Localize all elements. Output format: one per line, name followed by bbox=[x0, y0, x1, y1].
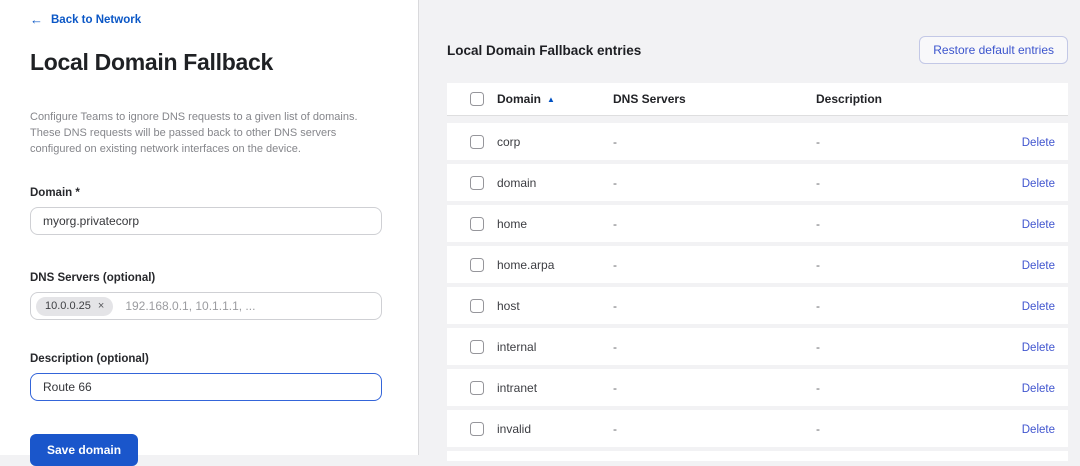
description-label: Description (optional) bbox=[30, 353, 382, 365]
delete-row-link[interactable]: Delete bbox=[1022, 219, 1055, 231]
domain-label: Domain * bbox=[30, 187, 382, 199]
row-domain: internal bbox=[497, 340, 536, 354]
dns-column-header: DNS Servers bbox=[613, 92, 686, 106]
table-row: internal - - Delete bbox=[447, 328, 1068, 365]
select-all-checkbox[interactable] bbox=[470, 92, 484, 106]
row-checkbox[interactable] bbox=[470, 422, 484, 436]
row-dns: - bbox=[613, 176, 617, 190]
row-dns: - bbox=[613, 135, 617, 149]
domain-field-group: Domain * bbox=[30, 187, 382, 235]
page-description: Configure Teams to ignore DNS requests t… bbox=[30, 109, 366, 157]
chip-remove-icon[interactable]: × bbox=[98, 301, 104, 312]
page-title: Local Domain Fallback bbox=[30, 49, 382, 76]
header-domain-cell[interactable]: Domain ▲ bbox=[497, 90, 613, 108]
row-checkbox[interactable] bbox=[470, 299, 484, 313]
save-domain-button[interactable]: Save domain bbox=[30, 434, 138, 466]
delete-row-link[interactable]: Delete bbox=[1022, 383, 1055, 395]
description-column-header: Description bbox=[816, 92, 882, 106]
table-row: home.arpa - - Delete bbox=[447, 246, 1068, 283]
local-domain-fallback-form-panel: ← Back to Network Local Domain Fallback … bbox=[0, 0, 419, 455]
row-dns: - bbox=[613, 258, 617, 272]
row-checkbox[interactable] bbox=[470, 340, 484, 354]
header-dns-cell: DNS Servers bbox=[613, 90, 816, 108]
table-row: home - - Delete bbox=[447, 205, 1068, 242]
table-row: corp - - Delete bbox=[447, 123, 1068, 160]
domain-column-header: Domain bbox=[497, 92, 541, 106]
dns-servers-label: DNS Servers (optional) bbox=[30, 272, 382, 284]
row-domain: invalid bbox=[497, 422, 531, 436]
back-link-label: Back to Network bbox=[51, 14, 141, 26]
table-row: invalid - - Delete bbox=[447, 410, 1068, 447]
restore-default-entries-button[interactable]: Restore default entries bbox=[919, 36, 1068, 64]
row-domain: corp bbox=[497, 135, 520, 149]
row-domain: home bbox=[497, 217, 527, 231]
row-checkbox[interactable] bbox=[470, 217, 484, 231]
back-arrow-icon: ← bbox=[30, 13, 43, 26]
entries-panel: Local Domain Fallback entries Restore de… bbox=[420, 0, 1080, 455]
description-input[interactable] bbox=[30, 373, 382, 401]
row-description: - bbox=[816, 381, 820, 395]
row-description: - bbox=[816, 422, 820, 436]
row-description: - bbox=[816, 299, 820, 313]
description-field-group: Description (optional) bbox=[30, 353, 382, 401]
table-row: domain - - Delete bbox=[447, 164, 1068, 201]
row-checkbox[interactable] bbox=[470, 135, 484, 149]
row-dns: - bbox=[613, 217, 617, 231]
row-domain: home.arpa bbox=[497, 258, 554, 272]
entries-title: Local Domain Fallback entries bbox=[447, 43, 641, 58]
table-header-row: Domain ▲ DNS Servers Description bbox=[447, 83, 1068, 116]
row-domain: host bbox=[497, 299, 520, 313]
dns-server-chip: 10.0.0.25 × bbox=[36, 297, 113, 316]
dns-servers-field-group: DNS Servers (optional) 10.0.0.25 × bbox=[30, 272, 382, 320]
delete-row-link[interactable]: Delete bbox=[1022, 178, 1055, 190]
row-dns: - bbox=[613, 381, 617, 395]
back-to-network-link[interactable]: ← Back to Network bbox=[30, 13, 141, 26]
row-domain: domain bbox=[497, 176, 536, 190]
delete-row-link[interactable]: Delete bbox=[1022, 424, 1055, 436]
domain-input[interactable] bbox=[30, 207, 382, 235]
row-description: - bbox=[816, 258, 820, 272]
entries-table: Domain ▲ DNS Servers Description corp - -… bbox=[447, 83, 1068, 461]
table-row: host - - Delete bbox=[447, 287, 1068, 324]
entries-header: Local Domain Fallback entries Restore de… bbox=[420, 0, 1080, 64]
sort-ascending-icon: ▲ bbox=[547, 95, 555, 104]
row-dns: - bbox=[613, 422, 617, 436]
row-checkbox[interactable] bbox=[470, 381, 484, 395]
row-checkbox[interactable] bbox=[470, 176, 484, 190]
dns-server-chip-value: 10.0.0.25 bbox=[45, 300, 91, 312]
row-dns: - bbox=[613, 299, 617, 313]
row-checkbox[interactable] bbox=[470, 258, 484, 272]
dns-servers-text-input[interactable] bbox=[123, 298, 375, 314]
table-row-partial bbox=[447, 451, 1068, 461]
row-domain: intranet bbox=[497, 381, 537, 395]
delete-row-link[interactable]: Delete bbox=[1022, 342, 1055, 354]
delete-row-link[interactable]: Delete bbox=[1022, 301, 1055, 313]
table-row: intranet - - Delete bbox=[447, 369, 1068, 406]
delete-row-link[interactable]: Delete bbox=[1022, 260, 1055, 272]
row-description: - bbox=[816, 340, 820, 354]
header-description-cell: Description bbox=[816, 90, 1055, 108]
row-description: - bbox=[816, 176, 820, 190]
header-checkbox-cell bbox=[447, 92, 484, 106]
delete-row-link[interactable]: Delete bbox=[1022, 137, 1055, 149]
row-description: - bbox=[816, 217, 820, 231]
dns-servers-input[interactable]: 10.0.0.25 × bbox=[30, 292, 382, 320]
row-dns: - bbox=[613, 340, 617, 354]
row-description: - bbox=[816, 135, 820, 149]
